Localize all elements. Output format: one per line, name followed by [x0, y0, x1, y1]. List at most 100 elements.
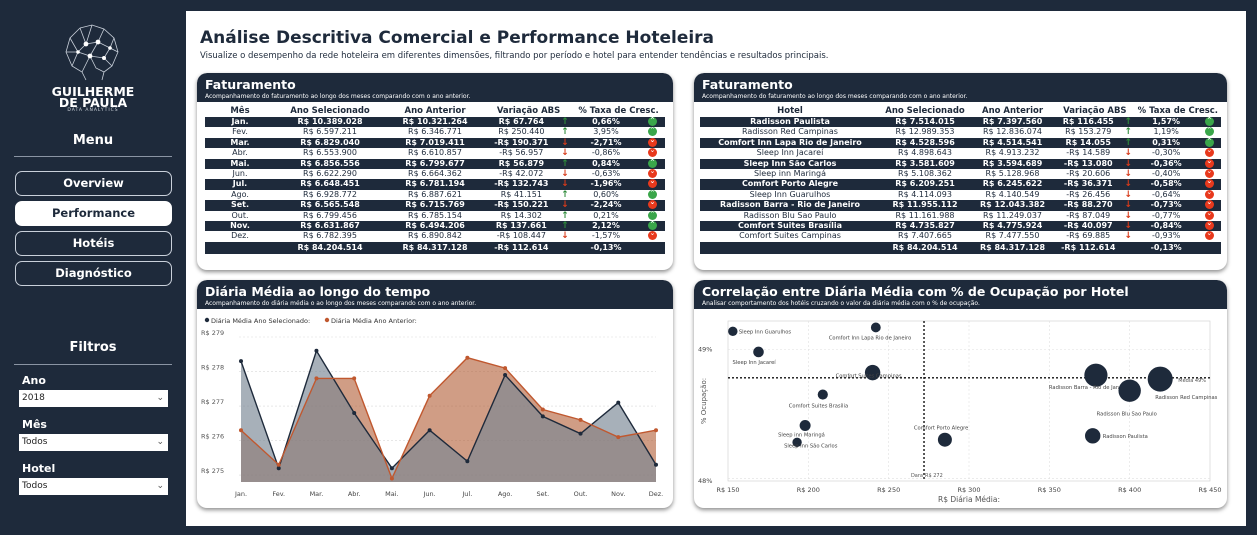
- table-row[interactable]: Sleep Inn Jacareí R$ 4.898.643 R$ 4.913.23…: [700, 145, 1221, 159]
- table-cell: R$ 4.775.924: [970, 221, 1055, 232]
- table-cell: -R$ 36.371: [1055, 179, 1122, 190]
- table-cell: -R$ 26.456: [1055, 189, 1122, 201]
- table-cell: R$ 4.140.549: [970, 189, 1055, 201]
- table-row[interactable]: Comfort Inn Lapa Rio de Janeiro R$ 4.528.…: [700, 136, 1221, 149]
- table-row[interactable]: Comfort Suites Brasília R$ 4.735.827 R$ 4.…: [700, 218, 1221, 232]
- table-row[interactable]: Ago. R$ 6.928.772 R$ 6.887.621 R$ 41.151 ↑ 0,…: [205, 188, 665, 201]
- logo-tagline: DATA ANALYTICS: [67, 108, 119, 113]
- page-title: Análise Descritiva Comercial e Performan…: [200, 28, 715, 48]
- table-row[interactable]: Sleep inn Maringá R$ 5.108.362 R$ 5.128.96…: [700, 166, 1221, 180]
- filter-ano-label: Ano: [22, 374, 46, 387]
- table-cell: Comfort Inn Lapa Rio de Janeiro: [700, 137, 880, 149]
- table-cell: Set.: [205, 200, 275, 211]
- filter-ano-value: 2018: [22, 393, 45, 403]
- table-cell: -R$ 108.447: [485, 231, 558, 242]
- column-header[interactable]: Ano Anterior: [970, 104, 1055, 117]
- table-row[interactable]: Abr. R$ 6.553.900 R$ 6.610.857 -R$ 56.957 ↓ -…: [205, 145, 665, 159]
- table-row[interactable]: Dez. R$ 6.782.395 R$ 6.890.842 -R$ 108.447 ↓…: [205, 228, 665, 242]
- column-header[interactable]: Ano Selecionado: [275, 104, 385, 117]
- table-cell: Nov.: [205, 221, 275, 232]
- data-point: [239, 359, 243, 364]
- table-cell: R$ 6.494.206: [385, 221, 485, 232]
- column-header[interactable]: Ano Anterior: [385, 104, 485, 117]
- card-subtitle: Acompanhamento do faturamento ao longo d…: [205, 93, 471, 100]
- table-row[interactable]: Jul. R$ 6.648.451 R$ 6.781.194 -R$ 132.743 ↓…: [205, 176, 665, 190]
- nav-diagnostico-button[interactable]: Diagnóstico: [15, 261, 172, 286]
- table-cell: R$ 4.913.232: [970, 148, 1055, 159]
- arrow-up-icon: ↑: [557, 158, 573, 170]
- table-cell: R$ 7.397.560: [970, 117, 1055, 128]
- filter-hotel-label: Hotel: [22, 462, 56, 475]
- legend-label: Diária Média Ano Selecionado:: [211, 317, 310, 325]
- table-cell: R$ 67.764: [485, 117, 558, 128]
- point-label: Sleep inn Maringá: [778, 432, 825, 439]
- table-cell: -0,40%: [1134, 169, 1198, 180]
- table-row[interactable]: Radisson Paulista R$ 7.514.015 R$ 7.397.56…: [700, 115, 1221, 128]
- x-tick-label: Nov.: [611, 490, 625, 498]
- table-row[interactable]: Radisson Red Campinas R$ 12.989.353 R$ 12.…: [700, 125, 1221, 138]
- table-cell: R$ 6.209.251: [880, 179, 970, 190]
- x-tick-label: R$ 300: [957, 486, 980, 494]
- chevron-down-icon: ⌄: [156, 481, 164, 491]
- scatter-point: [799, 420, 811, 432]
- table-row[interactable]: Out. R$ 6.799.456 R$ 6.785.154 R$ 14.302 ↑ 0,…: [205, 209, 665, 222]
- card-title: Correlação entre Diária Média com % de O…: [702, 284, 1129, 299]
- column-header[interactable]: Ano Selecionado: [880, 104, 970, 117]
- table-cell: R$ 6.799.677: [385, 158, 485, 170]
- table-cell: R$ 6.928.772: [275, 189, 385, 201]
- column-header[interactable]: Hotel: [700, 104, 880, 117]
- table-row[interactable]: Comfort Porto Alegre R$ 6.209.251 R$ 6.245…: [700, 176, 1221, 190]
- table-row[interactable]: Set. R$ 6.565.548 R$ 6.715.769 -R$ 150.221 ↓…: [205, 197, 665, 211]
- table-row[interactable]: Comfort Suites Campinas R$ 7.407.665 R$ 7.…: [700, 228, 1221, 242]
- table-cell: R$ 4.514.541: [970, 137, 1055, 149]
- table-row[interactable]: Nov. R$ 6.631.867 R$ 6.494.206 R$ 137.661 ↑ 2…: [205, 219, 665, 232]
- table-cell: 0,31%: [1134, 137, 1198, 149]
- table-row[interactable]: Jun. R$ 6.622.290 R$ 6.664.362 -R$ 42.072 ↓ -…: [205, 166, 665, 180]
- column-header[interactable]: Variação ABS: [485, 104, 572, 117]
- filter-hotel-select[interactable]: Todos ⌄: [19, 478, 168, 495]
- scatter-point: [1085, 428, 1101, 444]
- nav-hoteis-button[interactable]: Hotéis: [15, 231, 172, 256]
- table-cell: Ago.: [205, 189, 275, 201]
- total-cell: [700, 241, 880, 254]
- column-header[interactable]: Mês: [205, 104, 275, 117]
- arrow-down-icon: ↓: [1121, 200, 1135, 211]
- table-row[interactable]: Mai. R$ 6.856.556 R$ 6.799.677 R$ 56.879 ↑ 0,…: [205, 157, 665, 170]
- total-cell: -R$ 112.614: [485, 241, 558, 254]
- table-cell: 1,19%: [1134, 127, 1198, 138]
- table-cell: R$ 7.019.411: [385, 137, 485, 149]
- table-cell: Comfort Suites Campinas: [700, 231, 880, 242]
- x-tick-label: Ago.: [498, 490, 513, 498]
- filter-mes-select[interactable]: Todos ⌄: [19, 434, 168, 451]
- total-cell: -0,13%: [1134, 241, 1198, 254]
- column-header[interactable]: Variação ABS: [1055, 104, 1135, 117]
- legend-label: Diária Média Ano Anterior:: [331, 317, 417, 325]
- correlacao-scatter-chart: R$ 150 R$ 200 R$ 250 R$ 300 R$ 350 R$ 400 R$ 4…: [698, 320, 1222, 504]
- table-row[interactable]: Radisson Blu Sao Paulo R$ 11.161.988 R$ 11…: [700, 208, 1221, 222]
- nav-performance-button[interactable]: Performance: [15, 201, 172, 226]
- x-tick-label: Jul.: [461, 490, 472, 498]
- table-cell: -R$ 132.743: [485, 179, 558, 190]
- table-row[interactable]: Fev. R$ 6.597.211 R$ 6.346.771 R$ 250.440 ↑ 3…: [205, 125, 665, 138]
- data-point: [616, 435, 621, 440]
- data-point: [465, 459, 470, 464]
- table-row[interactable]: Sleep Inn Guarulhos R$ 4.114.093 R$ 4.140.…: [700, 187, 1221, 201]
- x-axis-title: R$ Diária Média:: [938, 495, 1000, 504]
- nav-overview-button[interactable]: Overview: [15, 171, 172, 196]
- total-cell: -0,13%: [572, 241, 640, 254]
- table-cell: R$ 11.161.988: [880, 210, 970, 222]
- arrow-up-icon: ↑: [557, 210, 573, 222]
- filter-ano-select[interactable]: 2018 ⌄: [19, 390, 168, 407]
- table-cell: Out.: [205, 210, 275, 222]
- arrow-down-icon: ↓: [1121, 210, 1135, 222]
- table-cell: R$ 3.594.689: [970, 158, 1055, 170]
- table-cell: -1,96%: [572, 179, 640, 190]
- table-row[interactable]: Jan. R$ 10.389.028 R$ 10.321.264 R$ 67.764 ↑…: [205, 115, 665, 128]
- card-header: Faturamento Acompanhamento do faturament…: [197, 73, 673, 102]
- point-label: Comfort Inn Lapa Rio de Janeiro: [829, 335, 911, 341]
- table-row[interactable]: Mar. R$ 6.829.040 R$ 7.019.411 -R$ 190.371 ↓…: [205, 135, 665, 149]
- table-row[interactable]: Sleep Inn São Carlos R$ 3.581.609 R$ 3.594…: [700, 156, 1221, 170]
- faturamento-hotel-card: Faturamento Acompanhamento do faturament…: [694, 73, 1227, 270]
- table-cell: -R$ 56.957: [485, 148, 558, 159]
- table-row[interactable]: Radisson Barra - Rio de Janeiro R$ 11.955…: [700, 197, 1221, 211]
